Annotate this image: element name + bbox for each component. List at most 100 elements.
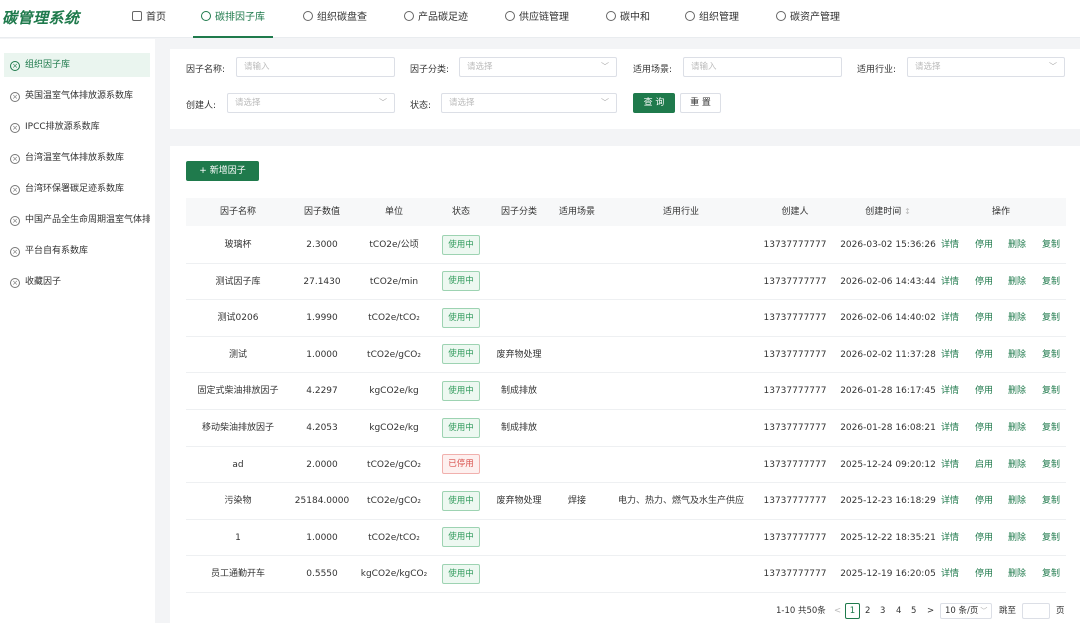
toggle-status-link[interactable]: 停用 <box>975 556 993 592</box>
copy-link[interactable]: 复制 <box>1042 264 1060 300</box>
detail-link[interactable]: 详情 <box>941 337 959 373</box>
sidebar-item-china-lca[interactable]: ×中国产品全生命周期温室气体排放系数库 <box>4 208 150 232</box>
copy-link[interactable]: 复制 <box>1042 447 1060 483</box>
toggle-status-link[interactable]: 停用 <box>975 483 993 519</box>
jump-page-input[interactable] <box>1022 603 1050 619</box>
detail-link[interactable]: 详情 <box>941 410 959 446</box>
detail-link[interactable]: 详情 <box>941 227 959 263</box>
detail-link[interactable]: 详情 <box>941 556 959 592</box>
status-cell: 已停用 <box>436 447 486 483</box>
column-header: 因子分类 <box>500 207 537 217</box>
nav-org-carbon[interactable]: 组织碳盘查 <box>303 0 367 38</box>
sidebar-item-taiwan-ghg[interactable]: × 台湾温室气体排放系数库 <box>4 146 150 170</box>
factor-name-cell: 固定式柴油排放因子 <box>197 386 279 397</box>
sidebar-item-platform[interactable]: × 平台自有系数库 <box>4 239 150 263</box>
toggle-status-link[interactable]: 停用 <box>975 520 993 556</box>
toggle-status-link[interactable]: 停用 <box>975 264 993 300</box>
nav-org-management[interactable]: 组织管理 <box>685 0 739 38</box>
status-cell: 使用中 <box>436 264 486 300</box>
creator-cell: 13737777777 <box>763 459 827 470</box>
copy-link[interactable]: 复制 <box>1042 556 1060 592</box>
industry-cell <box>606 556 756 592</box>
industry-cell <box>606 337 756 373</box>
copy-link[interactable]: 复制 <box>1042 337 1060 373</box>
toggle-status-link[interactable]: 停用 <box>975 300 993 336</box>
created-time-column-header[interactable]: 创建时间 ↕ <box>838 198 938 226</box>
factor-value-cell: 2.3000 <box>306 240 338 250</box>
table-row: 测试因子库 27.1430 tCO2e/min 13737777777 2026-02-… <box>186 263 1066 301</box>
industry-select[interactable]: 请选择 ﹀ <box>907 57 1065 77</box>
page-5-button[interactable]: 5 <box>911 602 916 620</box>
creator-select[interactable]: 请选择 ﹀ <box>227 93 395 113</box>
prev-page-button[interactable]: < <box>834 602 841 620</box>
sidebar-item-uk-ghg[interactable]: × 英国温室气体排放源系数库 <box>4 84 150 108</box>
detail-link[interactable]: 详情 <box>941 373 959 409</box>
toggle-status-link[interactable]: 启用 <box>975 447 993 483</box>
pagination-summary: 1-10 共50条 <box>776 606 826 616</box>
column-header: 单位 <box>384 207 403 217</box>
copy-link[interactable]: 复制 <box>1042 483 1060 519</box>
query-button[interactable]: 查 询 <box>633 93 675 113</box>
page-size-select[interactable]: 10 条/页 ﹀ <box>940 603 992 619</box>
page-2-button[interactable]: 2 <box>865 602 870 620</box>
detail-link[interactable]: 详情 <box>941 447 959 483</box>
delete-link[interactable]: 删除 <box>1008 264 1026 300</box>
status-badge: 使用中 <box>442 234 480 255</box>
nav-home[interactable]: 首页 <box>132 0 166 38</box>
sidebar-item-ipcc[interactable]: × IPCC排放源系数库 <box>4 115 150 139</box>
top-navbar: 碳管理系统 首页 碳排因子库 组织碳盘查 产品碳足迹 供应链管理 碳中和 组织管… <box>0 0 1080 38</box>
scene-cell <box>550 410 604 446</box>
library-icon: × <box>10 154 20 164</box>
delete-link[interactable]: 删除 <box>1008 483 1026 519</box>
page-3-button[interactable]: 3 <box>880 602 885 620</box>
delete-link[interactable]: 删除 <box>1008 556 1026 592</box>
factor-name-input[interactable]: 请输入 <box>236 57 395 77</box>
detail-link[interactable]: 详情 <box>941 520 959 556</box>
copy-link[interactable]: 复制 <box>1042 410 1060 446</box>
toggle-status-link[interactable]: 停用 <box>975 227 993 263</box>
factor-type-select[interactable]: 请选择 ﹀ <box>459 57 617 77</box>
unit-cell: tCO2e/gCO₂ <box>367 496 421 507</box>
toggle-status-link[interactable]: 停用 <box>975 337 993 373</box>
page-1-button[interactable]: 1 <box>845 603 860 619</box>
scene-input[interactable]: 请输入 <box>683 57 842 77</box>
copy-link[interactable]: 复制 <box>1042 520 1060 556</box>
delete-link[interactable]: 删除 <box>1008 300 1026 336</box>
delete-link[interactable]: 删除 <box>1008 410 1026 446</box>
next-page-button[interactable]: > <box>927 602 934 620</box>
sidebar-item-taiwan-epa[interactable]: × 台湾环保署碳足迹系数库 <box>4 177 150 201</box>
nav-factor-library[interactable]: 碳排因子库 <box>193 0 273 38</box>
category-cell: 废弃物处理 <box>496 496 542 507</box>
nav-product-footprint[interactable]: 产品碳足迹 <box>404 0 468 38</box>
nav-supply-chain[interactable]: 供应链管理 <box>505 0 569 38</box>
creator-cell: 13737777777 <box>763 423 827 433</box>
reset-button[interactable]: 重 置 <box>680 93 721 113</box>
delete-link[interactable]: 删除 <box>1008 447 1026 483</box>
created-time-cell: 2025-12-22 18:35:21 <box>840 532 936 543</box>
delete-link[interactable]: 删除 <box>1008 337 1026 373</box>
detail-link[interactable]: 详情 <box>941 264 959 300</box>
nav-carbon-asset[interactable]: 碳资产管理 <box>776 0 840 38</box>
sidebar-item-favorites[interactable]: × 收藏因子 <box>4 270 150 294</box>
copy-link[interactable]: 复制 <box>1042 300 1060 336</box>
copy-link[interactable]: 复制 <box>1042 227 1060 263</box>
delete-link[interactable]: 删除 <box>1008 373 1026 409</box>
toggle-status-link[interactable]: 停用 <box>975 373 993 409</box>
page-4-button[interactable]: 4 <box>896 602 901 620</box>
copy-link[interactable]: 复制 <box>1042 373 1060 409</box>
detail-link[interactable]: 详情 <box>941 483 959 519</box>
unit-cell: kgCO2e/kg <box>369 386 419 397</box>
status-cell: 使用中 <box>436 410 486 446</box>
sidebar-item-org-factors[interactable]: × 组织因子库 <box>4 53 150 77</box>
nav-carbon-neutral[interactable]: 碳中和 <box>606 0 650 38</box>
delete-link[interactable]: 删除 <box>1008 227 1026 263</box>
unit-cell: tCO2e/公顷 <box>369 240 419 250</box>
delete-link[interactable]: 删除 <box>1008 520 1026 556</box>
toggle-status-link[interactable]: 停用 <box>975 410 993 446</box>
chevron-down-icon: ﹀ <box>601 98 609 107</box>
add-factor-button[interactable]: + 新增因子 <box>186 161 259 181</box>
status-select[interactable]: 请选择 ﹀ <box>441 93 617 113</box>
table-row: 测试 1.0000 tCO2e/gCO₂ 废弃物处理 13737777777 2026-0… <box>186 336 1066 374</box>
table-row: 玻璃杯 2.3000 tCO2e/公顷 13737777777 2026-03-02 1… <box>186 227 1066 264</box>
detail-link[interactable]: 详情 <box>941 300 959 336</box>
